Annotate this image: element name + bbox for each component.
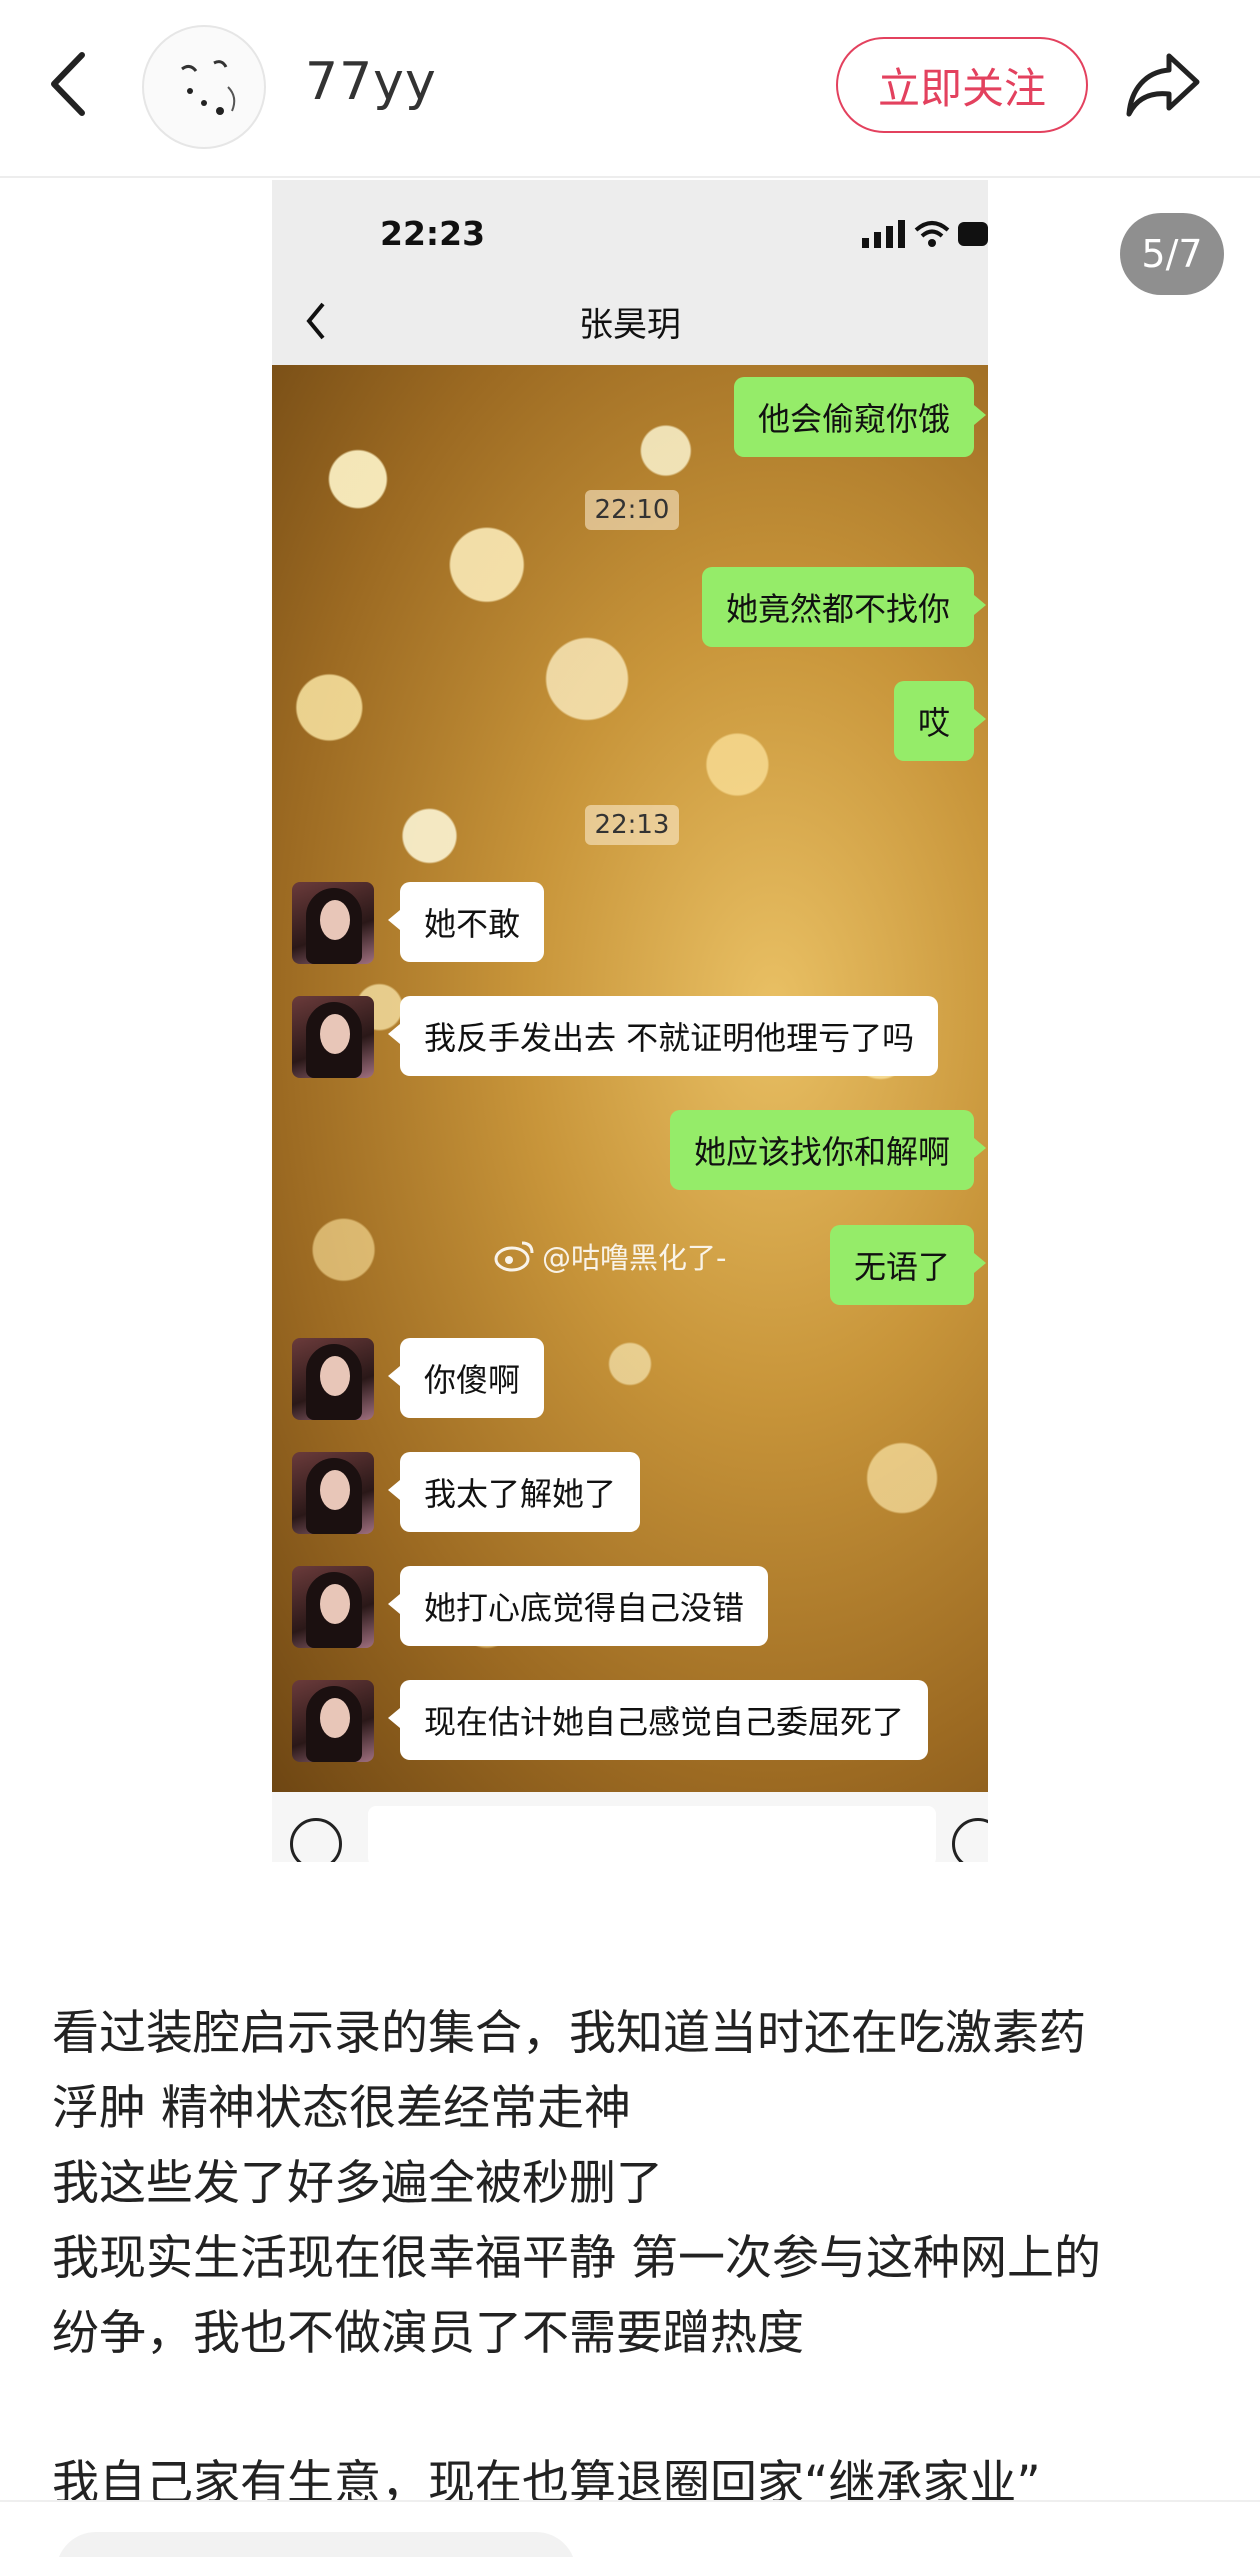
signal-icon: [862, 220, 905, 248]
post-text-line: 看过装腔启示录的集合，我知道当时还在吃激素药: [52, 2006, 1086, 2061]
back-button[interactable]: [44, 44, 92, 124]
chat-screenshot-image: 22:23 张昊玥 他会偷窥你饿 22:10 她竟然都不找你 哎 22:13 她…: [272, 180, 988, 1862]
message-bubble-right: 无语了: [829, 1225, 987, 1305]
message-bubble-left: 现在估计她自己感觉自己委屈死了: [387, 1680, 929, 1760]
emoji-icon: [952, 1818, 988, 1862]
watermark-text: @咕噜黑化了-: [542, 1241, 727, 1275]
message-bubble-left: 我反手发出去 不就证明他理亏了吗: [387, 996, 939, 1076]
wifi-icon: [914, 221, 950, 247]
message-bubble-right: 她竟然都不找你: [701, 567, 987, 647]
back-arrow-icon: [51, 52, 85, 116]
avatar-doodle-icon: [181, 60, 236, 115]
share-arrow-icon: [1126, 53, 1200, 117]
post-body: 看过装腔启示录的集合，我知道当时还在吃激素药 浮肿 精神状态很差经常走神 我这些…: [52, 1996, 1212, 2521]
phone-status-bar: 22:23: [272, 180, 988, 275]
share-button[interactable]: [1118, 40, 1208, 130]
message-timestamp: 22:13: [585, 805, 679, 845]
message-bubble-right: 她应该找你和解啊: [669, 1110, 987, 1190]
message-bubble-left: 你傻啊: [387, 1338, 545, 1418]
weibo-watermark: @咕噜黑化了-: [494, 1235, 726, 1277]
post-text-line: 我现实生活现在很幸福平静 第一次参与这种网上的: [52, 2231, 1101, 2286]
message-bubble-left: 她不敢: [387, 882, 545, 962]
contact-avatar: [292, 882, 374, 964]
message-bubble-left: 我太了解她了: [387, 1452, 641, 1532]
chat-input-bar: [272, 1792, 988, 1862]
contact-avatar: [292, 1452, 374, 1534]
status-time: 22:23: [380, 214, 486, 253]
image-page-counter: 5/7: [1120, 213, 1224, 295]
author-username[interactable]: 77yy: [305, 52, 437, 112]
author-avatar[interactable]: [142, 25, 266, 149]
contact-avatar: [292, 1338, 374, 1420]
post-blank-line: [52, 2371, 1212, 2446]
battery-icon: [958, 222, 988, 246]
post-text-line: 纷争，我也不做演员了不需要蹭热度: [52, 2306, 804, 2361]
post-text-line: 我这些发了好多遍全被秒删了: [52, 2156, 663, 2211]
chat-nav-bar: 张昊玥: [272, 275, 988, 365]
status-icons: [862, 218, 988, 248]
post-text-line: 浮肿 精神状态很差经常走神: [52, 2081, 631, 2136]
voice-icon: [290, 1818, 342, 1862]
weibo-logo-icon: [494, 1241, 534, 1272]
contact-avatar: [292, 996, 374, 1078]
contact-avatar: [292, 1566, 374, 1648]
message-bubble-right: 哎: [893, 681, 987, 761]
follow-button[interactable]: 立即关注: [836, 37, 1088, 133]
chat-background: 他会偷窥你饿 22:10 她竟然都不找你 哎 22:13 她不敢 我反手发出去 …: [272, 365, 988, 1792]
message-bubble-left: 她打心底觉得自己没错: [387, 1566, 769, 1646]
chat-title: 张昊玥: [579, 305, 681, 345]
chat-message-input: [368, 1806, 936, 1862]
bottom-action-bar: [0, 2500, 1260, 2557]
top-header: 77yy 立即关注: [0, 0, 1260, 178]
message-timestamp: 22:10: [585, 490, 679, 530]
contact-avatar: [292, 1680, 374, 1762]
message-bubble-right: 他会偷窥你饿: [733, 377, 987, 457]
comment-input[interactable]: [56, 2532, 576, 2557]
